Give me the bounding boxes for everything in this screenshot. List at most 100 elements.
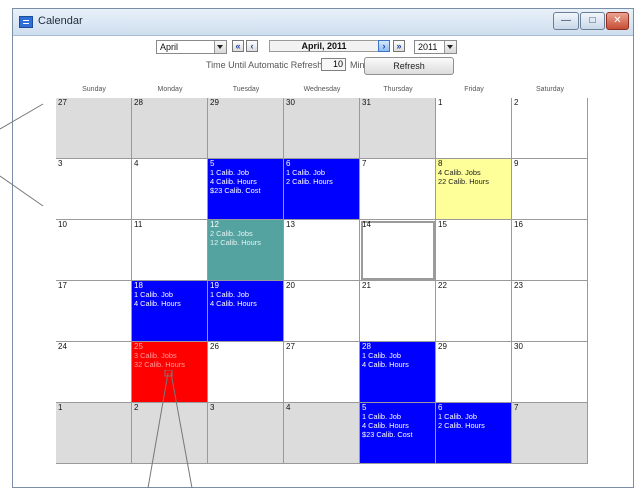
- calendar-cell[interactable]: 4: [284, 403, 360, 464]
- day-number: 12: [210, 220, 219, 229]
- calendar-cell[interactable]: 84 Calib. Jobs 22 Calib. Hours: [436, 159, 512, 220]
- calendar-cell[interactable]: 16: [512, 220, 588, 281]
- annotation-lines-bottom: [147, 370, 193, 489]
- day-number: 24: [58, 342, 67, 351]
- event-line: 32 Calib. Hours: [134, 360, 185, 369]
- calendar-cell[interactable]: 31: [360, 98, 436, 159]
- previous-month-button[interactable]: ‹: [246, 40, 258, 52]
- calendar-cell[interactable]: 21: [360, 281, 436, 342]
- month-select-value: April: [160, 42, 179, 52]
- event-line: 4 Calib. Hours: [210, 299, 257, 308]
- day-number: 4: [134, 159, 139, 168]
- calendar-cell[interactable]: 19 1 Calib. Job 4 Calib. Hours: [208, 281, 284, 342]
- day-number: 23: [514, 281, 523, 290]
- calendar-events: 3 Calib. Jobs 32 Calib. Hours: [134, 351, 185, 369]
- month-select[interactable]: April: [156, 40, 227, 54]
- day-header-sunday: Sunday: [82, 86, 106, 93]
- refresh-button[interactable]: Refresh: [364, 57, 454, 75]
- year-select[interactable]: 2011: [414, 40, 457, 54]
- current-month-title: April, 2011: [269, 40, 379, 52]
- day-number: 6: [286, 159, 291, 168]
- day-number: 22: [438, 281, 447, 290]
- day-number: 1: [58, 403, 63, 412]
- annotation-lines-left: [0, 103, 44, 207]
- calendar-cell[interactable]: 28 1 Calib. Job 4 Calib. Hours: [360, 342, 436, 403]
- calendar-cell[interactable]: 29: [208, 98, 284, 159]
- day-number: 28: [362, 342, 371, 351]
- last-month-button[interactable]: »: [393, 40, 405, 52]
- day-number: 11: [134, 220, 143, 229]
- day-header-saturday: Saturday: [535, 86, 565, 93]
- calendar-cell[interactable]: 29: [436, 342, 512, 403]
- calendar-cell[interactable]: 3: [56, 159, 132, 220]
- chevron-down-icon[interactable]: [214, 41, 226, 53]
- day-number: 4: [286, 403, 291, 412]
- calendar-cell[interactable]: 18 1 Calib. Job 4 Calib. Hours: [132, 281, 208, 342]
- day-number: 30: [286, 98, 295, 107]
- calendar-cell[interactable]: 10: [56, 220, 132, 281]
- minimize-button[interactable]: —: [553, 12, 579, 30]
- day-header-monday: Monday: [157, 86, 183, 93]
- event-line: 1 Calib. Job: [438, 412, 478, 421]
- calendar-cell[interactable]: 12 2 Calib. Jobs 12 Calib. Hours: [208, 220, 284, 281]
- day-number: 10: [58, 220, 67, 229]
- event-line: 2 Calib. Hours: [286, 177, 333, 186]
- day-number: 14: [362, 220, 371, 229]
- event-line: 12 Calib. Hours: [210, 238, 261, 247]
- calendar-events: 1 Calib. Job 2 Calib. Hours: [286, 168, 333, 186]
- calendar-events: 1 Calib. Job 4 Calib. Hours $23 Calib. Cos…: [210, 168, 261, 195]
- calendar-events: 1 Calib. Job 4 Calib. Hours: [210, 290, 257, 308]
- calendar-cell[interactable]: 2: [512, 98, 588, 159]
- first-month-button[interactable]: «: [232, 40, 244, 52]
- calendar-cell[interactable]: 51 Calib. Job 4 Calib. Hours $23 Calib. Co…: [208, 159, 284, 220]
- calendar-cell[interactable]: 28: [132, 98, 208, 159]
- calendar-cell[interactable]: 11: [132, 220, 208, 281]
- calendar-cell[interactable]: 27: [284, 342, 360, 403]
- window-title: Calendar: [38, 15, 83, 27]
- calendar-cell[interactable]: 61 Calib. Job 2 Calib. Hours: [284, 159, 360, 220]
- day-number: 26: [210, 342, 219, 351]
- calendar-cell[interactable]: 30: [512, 342, 588, 403]
- day-number: 20: [286, 281, 295, 290]
- day-number: 2: [134, 403, 139, 412]
- day-number: 31: [362, 98, 371, 107]
- day-number: 30: [514, 342, 523, 351]
- calendar-events: 1 Calib. Job 2 Calib. Hours: [438, 412, 485, 430]
- calendar-cell[interactable]: 4: [132, 159, 208, 220]
- calendar-cell[interactable]: 14: [360, 220, 436, 281]
- calendar-cell[interactable]: 9: [512, 159, 588, 220]
- day-number: 28: [134, 98, 143, 107]
- maximize-button[interactable]: □: [580, 12, 605, 30]
- day-number: 6: [438, 403, 443, 412]
- event-line: 4 Calib. Hours: [362, 360, 409, 369]
- calendar-cell[interactable]: 13: [284, 220, 360, 281]
- calendar-events: 1 Calib. Job 4 Calib. Hours: [134, 290, 181, 308]
- calendar-cell[interactable]: 51 Calib. Job 4 Calib. Hours $23 Calib. Co…: [360, 403, 436, 464]
- event-line: 3 Calib. Jobs: [134, 351, 177, 360]
- calendar-cell[interactable]: 61 Calib. Job 2 Calib. Hours: [436, 403, 512, 464]
- close-button[interactable]: ✕: [606, 12, 629, 30]
- next-month-button[interactable]: ›: [378, 40, 390, 52]
- calendar-cell[interactable]: 17: [56, 281, 132, 342]
- day-header-thursday: Thursday: [383, 86, 413, 93]
- calendar-events: 4 Calib. Jobs 22 Calib. Hours: [438, 168, 489, 186]
- calendar-cell[interactable]: 7: [360, 159, 436, 220]
- calendar-cell[interactable]: 27: [56, 98, 132, 159]
- calendar-cell[interactable]: 22: [436, 281, 512, 342]
- day-number: 27: [58, 98, 67, 107]
- calendar-cell[interactable]: 20: [284, 281, 360, 342]
- chevron-down-icon[interactable]: [444, 41, 456, 53]
- calendar-cell[interactable]: 23: [512, 281, 588, 342]
- title-bar: Calendar — □ ✕: [13, 9, 633, 36]
- calendar-cell[interactable]: 15: [436, 220, 512, 281]
- calendar-cell[interactable]: 24: [56, 342, 132, 403]
- event-line: 2 Calib. Jobs: [210, 229, 253, 238]
- calendar-cell[interactable]: 1: [436, 98, 512, 159]
- calendar-cell[interactable]: 1: [56, 403, 132, 464]
- event-line: 22 Calib. Hours: [438, 177, 489, 186]
- day-number: 1: [438, 98, 443, 107]
- calendar-cell[interactable]: 30: [284, 98, 360, 159]
- event-line: 4 Calib. Hours: [210, 177, 257, 186]
- calendar-cell[interactable]: 7: [512, 403, 588, 464]
- refresh-minutes-input[interactable]: 10: [321, 58, 346, 71]
